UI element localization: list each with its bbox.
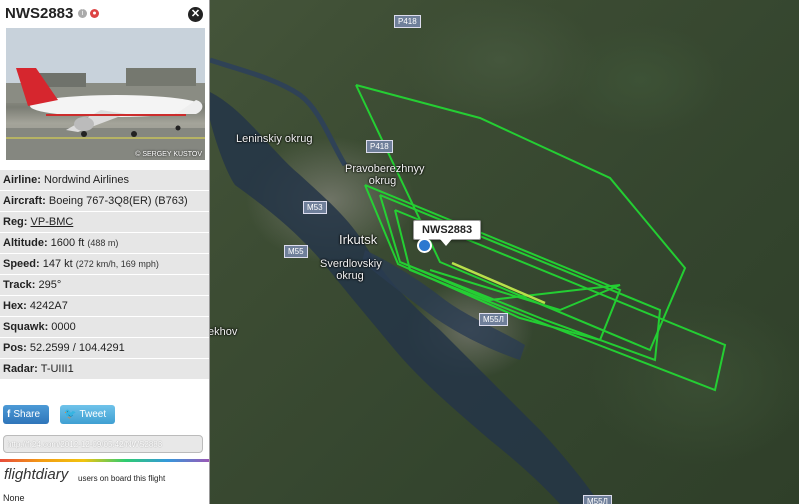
road-sign-m53: M53: [303, 201, 327, 214]
river: [210, 92, 600, 504]
share-url-field[interactable]: http://fr24.com/2012-12-09/05:42/NWS2883: [3, 435, 203, 453]
color-bar: [0, 459, 209, 462]
registration-link[interactable]: VP-BMC: [31, 216, 74, 228]
info-icon[interactable]: i: [78, 9, 87, 18]
aircraft-photo-image: [6, 28, 205, 160]
flightdiary-logo[interactable]: flightdiary: [4, 466, 68, 483]
detail-row: Squawk: 0000: [0, 317, 209, 337]
bird-icon: 🐦: [64, 409, 77, 420]
detail-value: 147 kt: [42, 258, 73, 270]
road-sign-p418-2: P418: [366, 140, 393, 153]
detail-row: Reg: VP-BMC: [0, 212, 209, 232]
flight-callsign: NWS2883: [5, 5, 74, 22]
detail-label: Hex:: [3, 300, 27, 312]
facebook-share-button[interactable]: f Share: [3, 405, 50, 424]
share-label: Share: [13, 409, 41, 420]
flight-info-panel: NWS2883 i ● ✕ © SERGEY KUSTOV Airline: N…: [0, 0, 210, 504]
map-label-pravoberezhnyy: Pravoberezhnyy okrug: [345, 163, 425, 187]
detail-row: Pos: 52.2599 / 104.4291: [0, 338, 209, 358]
detail-value: 4242A7: [29, 300, 68, 312]
detail-label: Squawk:: [3, 321, 49, 333]
detail-row: Track: 295°: [0, 275, 209, 295]
detail-value: Boeing 767-3Q8(ER) (B763): [48, 195, 188, 207]
aircraft-photo[interactable]: © SERGEY KUSTOV: [6, 28, 205, 160]
detail-value: 295°: [38, 279, 62, 291]
detail-row: Speed: 147 kt (272 km/h, 169 mph): [0, 254, 209, 274]
detail-row: Hex: 4242A7: [0, 296, 209, 316]
detail-label: Reg:: [3, 216, 28, 228]
map-label-khov: ekhov: [208, 326, 238, 338]
users-on-board-value: None: [3, 493, 25, 503]
flightdiary-caption: users on board this flight: [78, 474, 166, 483]
detail-label: Altitude:: [3, 237, 48, 249]
detail-label: Airline:: [3, 174, 41, 186]
facebook-icon: f: [7, 409, 11, 420]
detail-label: Speed:: [3, 258, 40, 270]
detail-value: T-UIII1: [40, 363, 74, 375]
close-icon[interactable]: ✕: [188, 7, 203, 22]
flight-details: Airline: Nordwind Airlines Aircraft: Boei…: [0, 170, 209, 380]
detail-value: 52.2599 / 104.4291: [29, 342, 125, 354]
road-sign-m55l: M55Л: [479, 313, 508, 326]
photo-credit: © SERGEY KUSTOV: [135, 151, 202, 158]
detail-label: Aircraft:: [3, 195, 46, 207]
alert-icon[interactable]: ●: [90, 9, 99, 18]
map-label-leninskiy: Leninskiy okrug: [236, 133, 313, 145]
location-pin-icon[interactable]: [417, 238, 432, 253]
detail-value: 0000: [51, 321, 76, 333]
detail-value: Nordwind Airlines: [43, 174, 129, 186]
detail-subvalue: (272 km/h, 169 mph): [75, 259, 159, 269]
map-label-irkutsk: Irkutsk: [339, 232, 378, 247]
current-segment: [451, 261, 546, 305]
flight-callout[interactable]: NWS2883: [413, 220, 482, 246]
detail-value: 1600 ft: [50, 237, 85, 249]
detail-row: Aircraft: Boeing 767-3Q8(ER) (B763): [0, 191, 209, 211]
tweet-label: Tweet: [79, 409, 107, 420]
detail-row: Radar: T-UIII1: [0, 359, 209, 379]
road-sign-m55l-2: M55Л: [583, 495, 612, 504]
road-sign-p418: P418: [394, 15, 421, 28]
detail-label: Pos:: [3, 342, 27, 354]
detail-label: Track:: [3, 279, 36, 291]
detail-row: Altitude: 1600 ft (488 m): [0, 233, 209, 253]
detail-row: Airline: Nordwind Airlines: [0, 170, 209, 190]
detail-label: Radar:: [3, 363, 38, 375]
map-label-sverdlovskiy: Sverdlovskiy okrug: [320, 258, 382, 282]
road-sign-m55: M55: [284, 245, 308, 258]
panel-header: NWS2883 i ● ✕: [0, 0, 209, 28]
detail-subvalue: (488 m): [87, 238, 119, 248]
tweet-button[interactable]: 🐦 Tweet: [60, 405, 116, 424]
